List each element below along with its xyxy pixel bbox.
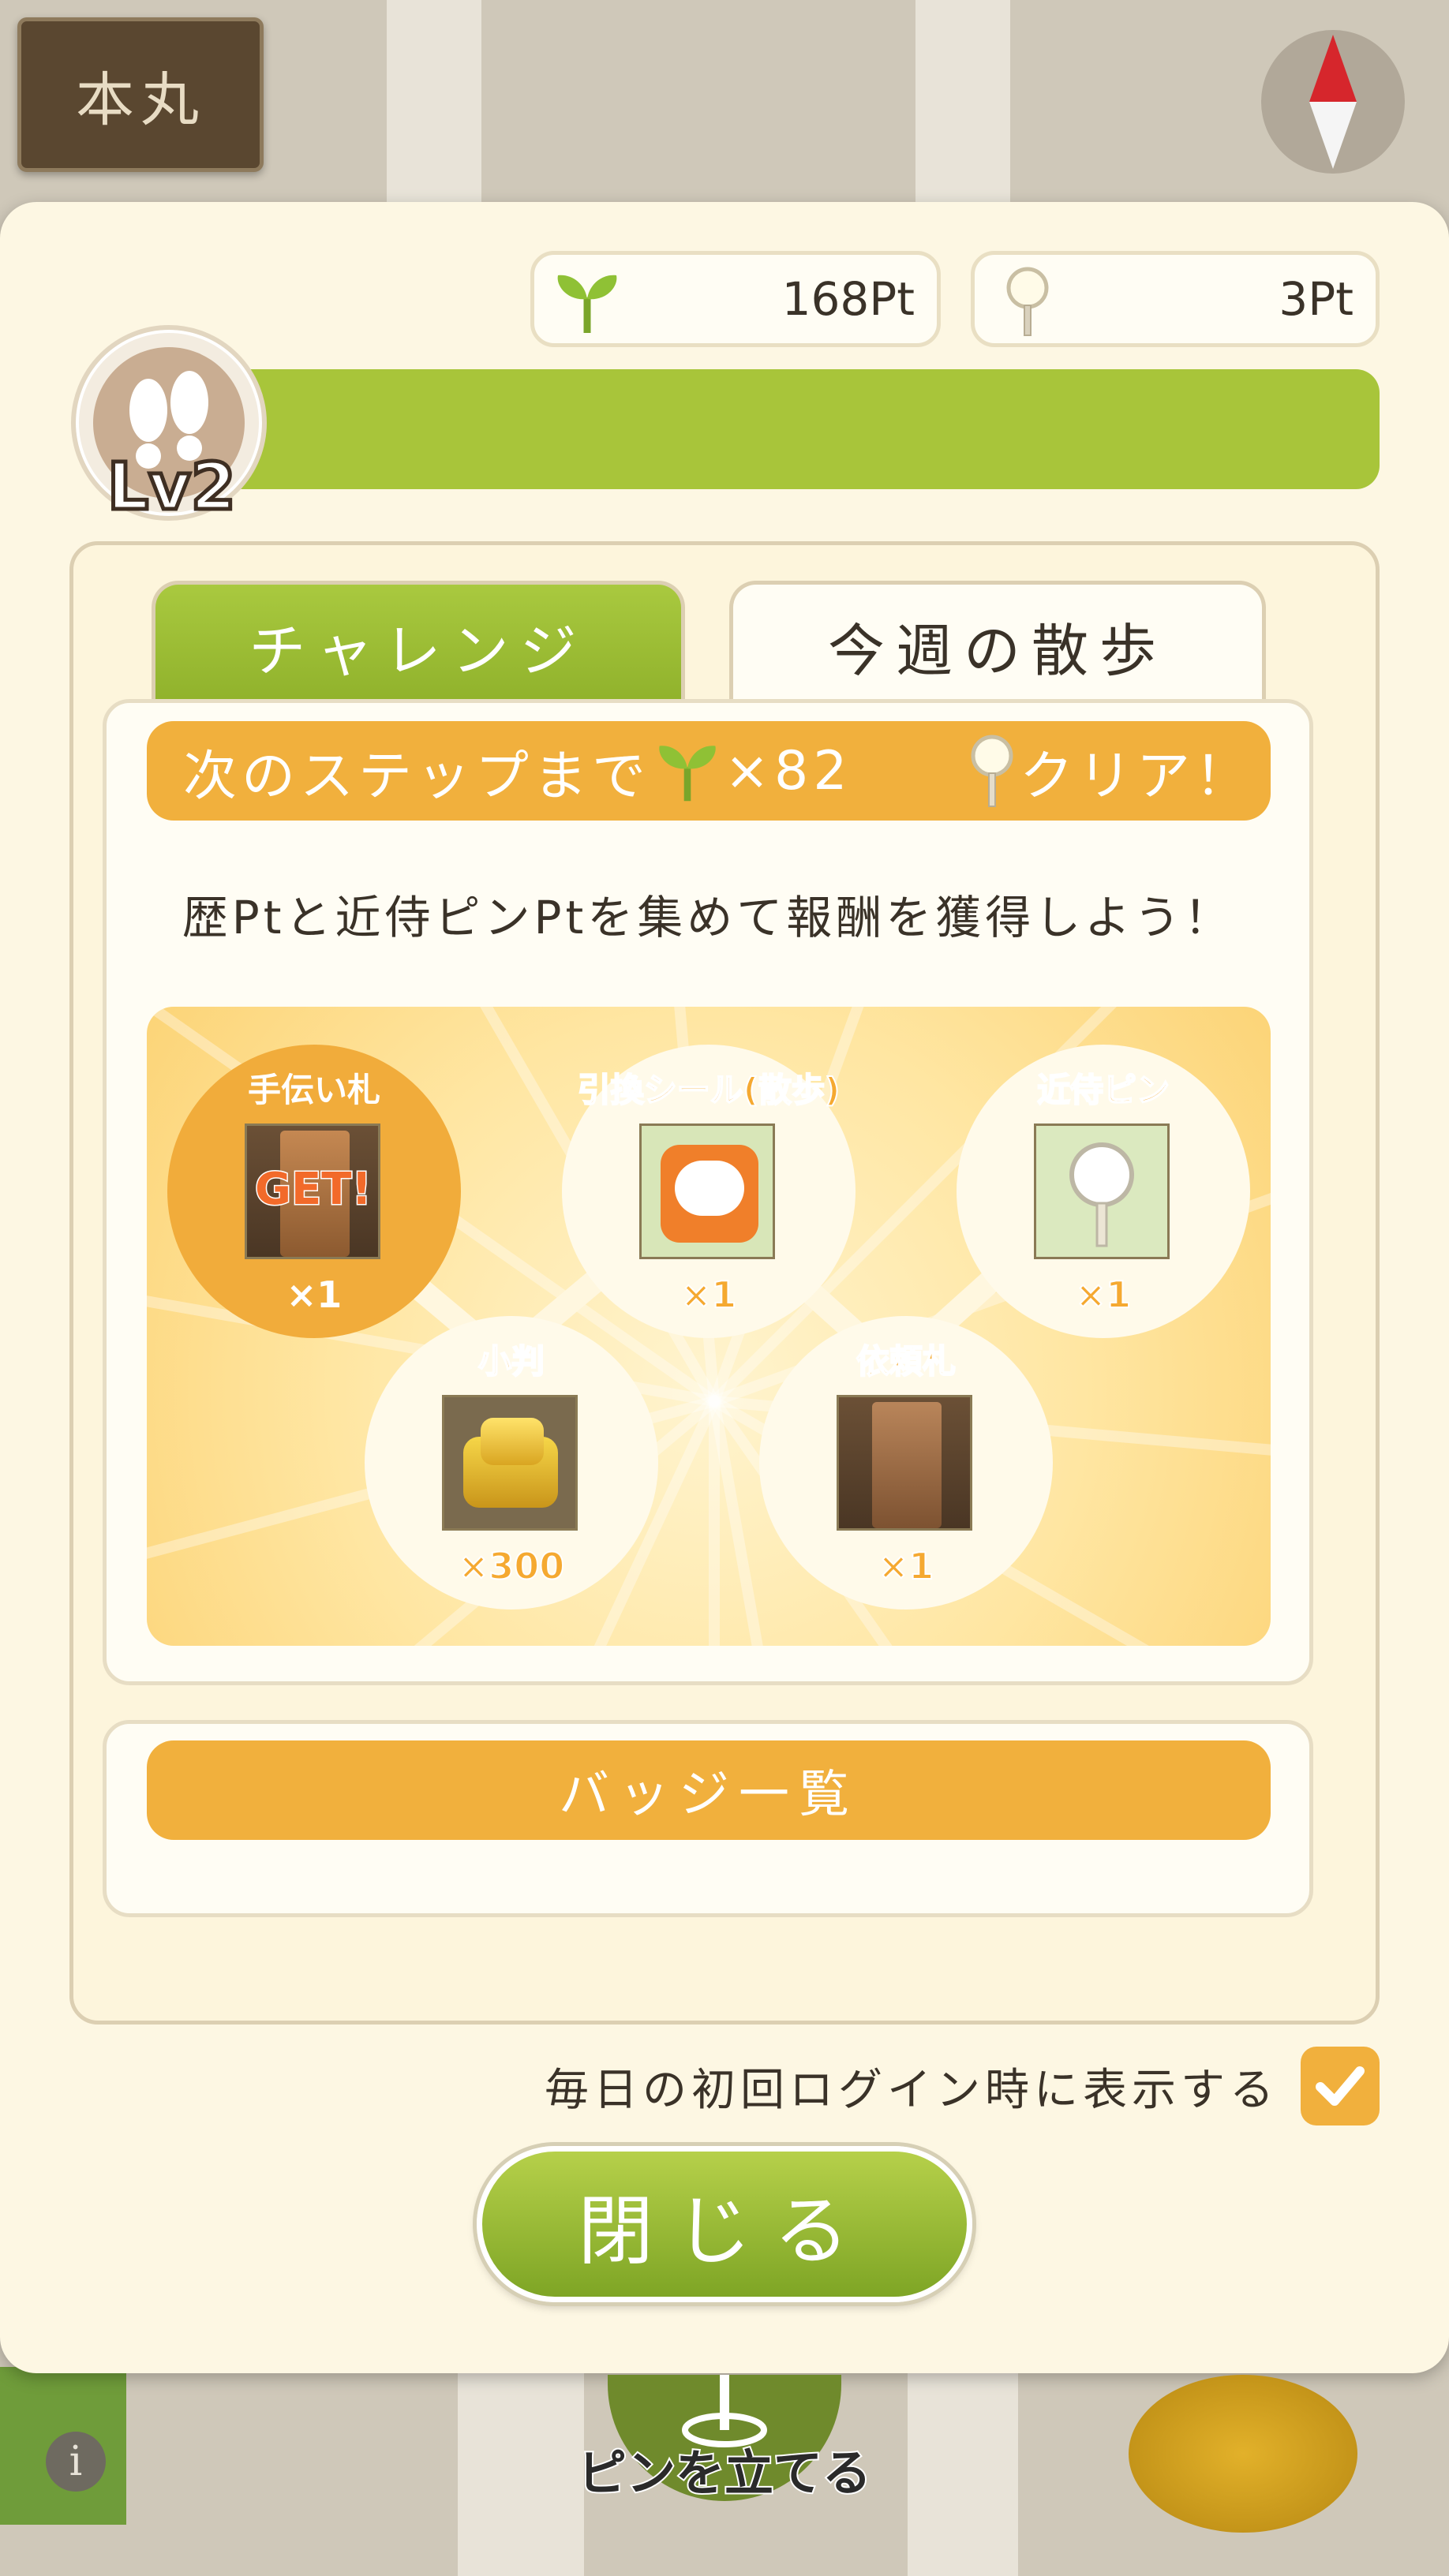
reward-label: 引換シール(散歩) xyxy=(577,1070,841,1110)
reward-node-kinji-pin[interactable]: 近侍ピン ×1 xyxy=(957,1045,1250,1338)
reward-map: 手伝い札 GET! ×1 引換シール(散歩) ×1 近侍ピン ×1 小判 ×30… xyxy=(147,1007,1271,1646)
reward-label: 依頼札 xyxy=(856,1341,957,1381)
pin-icon xyxy=(971,735,1013,807)
reward-node-irai-fuda[interactable]: 依頼札 ×1 xyxy=(759,1316,1053,1610)
tab-weekly-walk[interactable]: 今週の散歩 xyxy=(729,581,1266,707)
pin-icon xyxy=(1034,1123,1170,1259)
exchange-seal-icon xyxy=(639,1123,775,1259)
reward-count: ×300 xyxy=(458,1544,566,1588)
reward-node-tetsudai-fuda[interactable]: 手伝い札 GET! ×1 xyxy=(167,1045,461,1338)
reward-description: 歴Ptと近侍ピンPtを集めて報酬を獲得しよう！ xyxy=(182,891,1234,944)
pin-clear-label: クリア！ xyxy=(1020,746,1254,808)
checkmark-icon xyxy=(1316,2066,1365,2106)
next-step-label: 次のステップまで xyxy=(183,745,651,808)
badge-list-button[interactable]: バッジ一覧 xyxy=(147,1740,1271,1840)
get-overlay: GET! xyxy=(254,1163,373,1217)
reward-label: 近侍ピン xyxy=(1036,1070,1170,1110)
pin-points-box: 3Pt xyxy=(971,251,1380,347)
compass-icon[interactable] xyxy=(1261,30,1405,174)
next-step-banner: 次のステップまで ×82 クリア！ xyxy=(147,721,1271,821)
level-label: Lv2 xyxy=(106,448,238,527)
reward-node-koban[interactable]: 小判 ×300 xyxy=(365,1316,658,1610)
sprout-points-value: 168Pt xyxy=(781,272,915,326)
koban-coins-icon xyxy=(442,1395,578,1531)
tab-challenge[interactable]: チャレンジ xyxy=(152,581,685,707)
daily-login-label: 毎日の初回ログイン時に表示する xyxy=(545,2065,1279,2116)
close-button[interactable]: 閉じる xyxy=(477,2146,972,2302)
sprout-points-box: 168Pt xyxy=(530,251,941,347)
mascot-character[interactable] xyxy=(1129,2375,1357,2533)
sprout-icon xyxy=(557,275,617,333)
next-step-count: ×82 xyxy=(724,739,852,802)
reward-count: ×1 xyxy=(1075,1273,1133,1317)
level-progress-bar xyxy=(205,369,1380,489)
reward-count: ×1 xyxy=(286,1273,343,1316)
sprout-icon xyxy=(659,746,716,802)
reward-count: ×1 xyxy=(680,1273,738,1317)
info-icon[interactable]: i xyxy=(46,2432,106,2492)
reward-label: 手伝い札 xyxy=(247,1071,380,1109)
pin-button-label[interactable]: ピンを立てる xyxy=(474,2433,975,2504)
location-button[interactable]: 本丸 xyxy=(17,17,264,172)
daily-login-checkbox[interactable] xyxy=(1301,2047,1380,2125)
wooden-tag-icon: GET! xyxy=(245,1123,380,1259)
reward-node-exchange-seal[interactable]: 引換シール(散歩) ×1 xyxy=(562,1045,856,1338)
request-tag-icon xyxy=(837,1395,972,1531)
reward-label: 小判 xyxy=(477,1341,545,1381)
pin-points-value: 3Pt xyxy=(1279,272,1354,326)
pin-icon xyxy=(1006,267,1049,336)
reward-count: ×1 xyxy=(878,1544,935,1588)
